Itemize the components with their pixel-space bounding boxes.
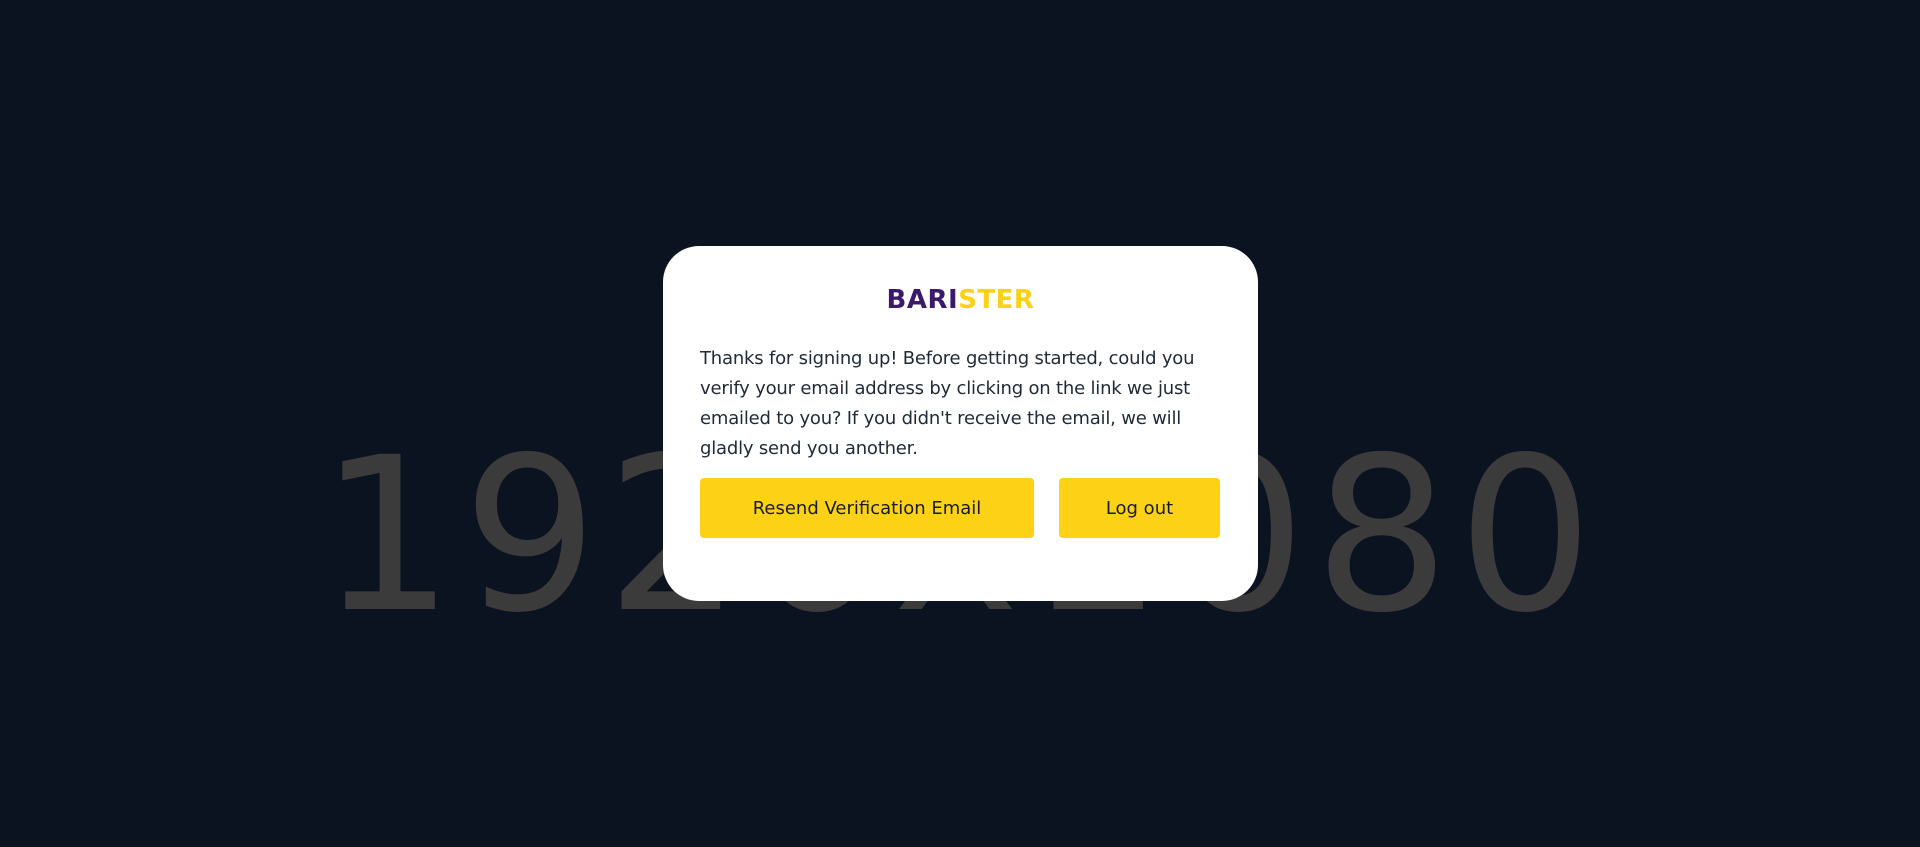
brand-logo: BARISTER — [700, 285, 1221, 315]
dialog-actions: Resend Verification Email Log out — [700, 478, 1220, 538]
logo-text-part2: STER — [958, 285, 1035, 315]
logout-button[interactable]: Log out — [1059, 478, 1220, 538]
verify-email-dialog: BARISTER Thanks for signing up! Before g… — [663, 246, 1258, 601]
logo-text-part1: BARI — [886, 285, 959, 315]
verification-message: Thanks for signing up! Before getting st… — [700, 348, 1195, 459]
resend-verification-button[interactable]: Resend Verification Email — [700, 478, 1034, 538]
